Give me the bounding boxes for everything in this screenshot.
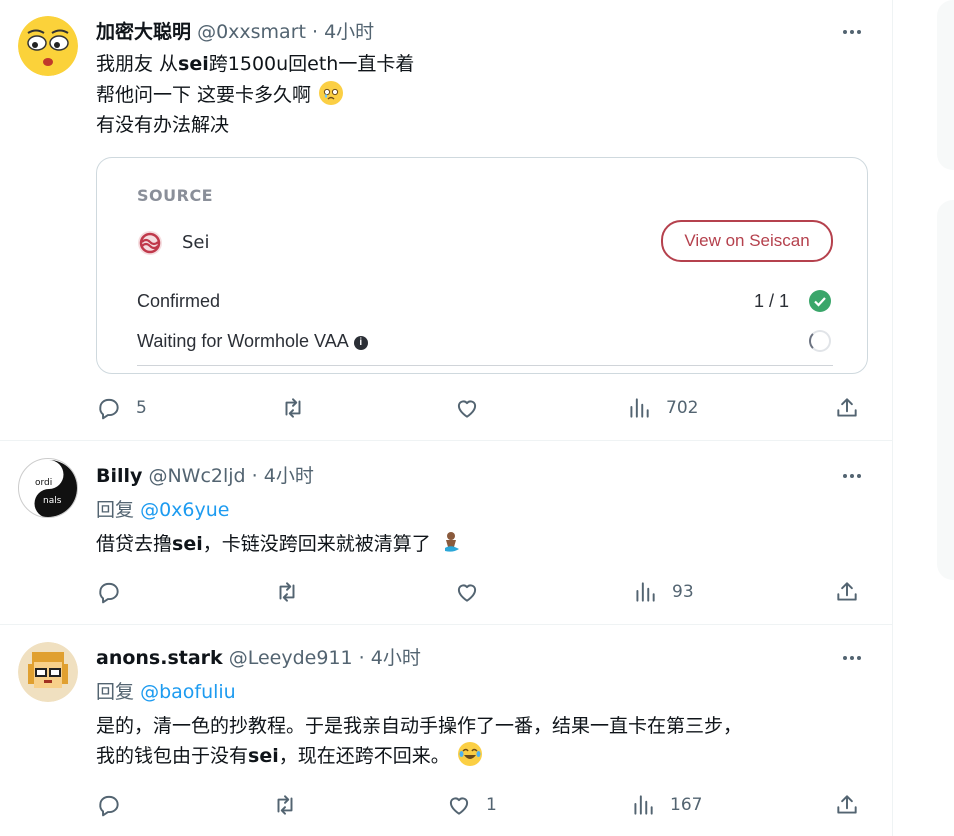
display-name[interactable]: Billy — [96, 465, 142, 487]
view-on-seiscan-button[interactable]: View on Seiscan — [661, 220, 833, 262]
pixel-character-avatar-icon — [18, 642, 78, 702]
tweet-text-line: 我的钱包由于没有sei，现在还跨不回来。 — [96, 741, 482, 771]
chain-name: Sei — [182, 232, 210, 253]
teary-face-emoji-icon — [319, 81, 344, 105]
tweet-header: anons.stark @Leeyde911 · 4小时 — [96, 646, 421, 670]
display-name[interactable]: 加密大聪明 — [96, 21, 191, 43]
views-icon — [634, 795, 653, 815]
right-sidebar-edge — [893, 0, 954, 836]
retweet-icon — [277, 795, 293, 815]
more-icon[interactable] — [840, 646, 864, 670]
reply-icon — [99, 582, 119, 604]
reply-button[interactable]: 5 — [96, 393, 147, 423]
share-icon — [837, 795, 857, 814]
genie-emoji-icon — [439, 530, 463, 554]
bridge-status-card[interactable]: SOURCE Sei View on Seiscan Confirmed 1 /… — [96, 157, 868, 374]
views-count: 167 — [670, 795, 703, 815]
like-icon — [457, 400, 477, 418]
retweet-button[interactable] — [274, 577, 300, 607]
timeline-feed: 加密大聪明 @0xxsmart · 4小时 我朋友 从sei跨1500u回eth… — [0, 0, 893, 836]
more-icon[interactable] — [840, 20, 864, 44]
avatar[interactable]: ordi nals — [18, 458, 78, 518]
separator: · — [251, 465, 258, 487]
tweet-text-line: 是的，清一色的抄教程。于是我亲自动手操作了一番，结果一直卡在第三步， — [96, 715, 743, 737]
info-icon[interactable]: i — [353, 336, 368, 350]
tweet[interactable]: 加密大聪明 @0xxsmart · 4小时 我朋友 从sei跨1500u回eth… — [0, 0, 892, 441]
waiting-label: Waiting for Wormhole VAA i — [137, 331, 368, 352]
source-label: SOURCE — [137, 186, 214, 205]
views-icon — [630, 398, 649, 418]
svg-text:nals: nals — [43, 496, 62, 506]
spinner-icon — [809, 330, 831, 352]
tears-of-joy-emoji-icon — [457, 742, 482, 766]
avatar[interactable] — [18, 642, 78, 702]
like-button[interactable]: 1 — [446, 790, 497, 820]
reply-count: 5 — [136, 398, 147, 418]
tweet-actions: 1 167 — [96, 790, 866, 820]
retweet-icon — [279, 582, 295, 602]
tweet-header: 加密大聪明 @0xxsmart · 4小时 — [96, 20, 374, 44]
like-button[interactable] — [454, 577, 480, 607]
share-button[interactable] — [834, 393, 860, 423]
check-icon — [809, 290, 831, 312]
share-icon — [837, 398, 857, 417]
tweet-text-line: 我朋友 从sei跨1500u回eth一直卡着 — [96, 53, 415, 75]
confirmed-count: 1 / 1 — [753, 291, 789, 311]
share-button[interactable] — [834, 577, 860, 607]
like-icon — [457, 584, 477, 602]
sei-logo-icon — [137, 230, 163, 256]
tweet-text-line: 帮他问一下 这要卡多久啊 — [96, 80, 344, 110]
reply-icon — [99, 398, 119, 420]
svg-text:ordi: ordi — [35, 478, 52, 488]
like-icon — [449, 797, 469, 815]
user-handle[interactable]: @NWc2ljd — [148, 465, 245, 487]
views-button[interactable]: 167 — [630, 790, 702, 820]
retweet-icon — [285, 398, 301, 418]
confirmed-label: Confirmed — [137, 291, 221, 311]
timestamp[interactable]: 4小时 — [324, 21, 374, 43]
user-handle[interactable]: @Leeyde911 — [229, 647, 353, 669]
reply-button[interactable] — [96, 577, 122, 607]
like-button[interactable] — [454, 393, 480, 423]
card-divider — [137, 365, 833, 366]
views-count: 702 — [666, 398, 699, 418]
replying-to: 回复 @0x6yue — [96, 499, 230, 521]
views-count: 93 — [672, 582, 694, 602]
display-name[interactable]: anons.stark — [96, 647, 223, 669]
timestamp[interactable]: 4小时 — [371, 647, 421, 669]
timestamp[interactable]: 4小时 — [264, 465, 314, 487]
tweet-actions: 93 — [96, 577, 866, 607]
sidebar-panel — [937, 200, 954, 580]
tweet[interactable]: ordi nals Billy @NWc2ljd · 4小时 回复 @0x6yu… — [0, 440, 892, 625]
views-button[interactable]: 702 — [626, 393, 698, 423]
separator: · — [358, 647, 365, 669]
like-count: 1 — [486, 795, 497, 815]
yin-yang-avatar-icon: ordi nals — [20, 460, 77, 517]
reply-handle-link[interactable]: @0x6yue — [140, 499, 229, 521]
views-button[interactable]: 93 — [632, 577, 694, 607]
retweet-button[interactable] — [280, 393, 306, 423]
avatar[interactable] — [18, 16, 78, 76]
tweet-text-line: 借贷去撸sei，卡链没跨回来就被清算了 — [96, 529, 463, 559]
retweet-button[interactable] — [272, 790, 298, 820]
tweet-actions: 5 702 — [96, 393, 866, 423]
user-handle[interactable]: @0xxsmart — [197, 21, 306, 43]
reply-button[interactable] — [96, 790, 122, 820]
share-icon — [837, 582, 857, 601]
share-button[interactable] — [834, 790, 860, 820]
reply-handle-link[interactable]: @baofuliu — [140, 681, 236, 703]
views-icon — [636, 582, 655, 602]
separator: · — [312, 21, 319, 43]
more-icon[interactable] — [840, 464, 864, 488]
reply-icon — [99, 795, 119, 817]
replying-to: 回复 @baofuliu — [96, 681, 236, 703]
sidebar-panel — [937, 0, 954, 170]
tweet-header: Billy @NWc2ljd · 4小时 — [96, 464, 314, 488]
avatar-emoji-face — [18, 16, 78, 76]
tweet[interactable]: anons.stark @Leeyde911 · 4小时 回复 @baofuli… — [0, 624, 892, 836]
tweet-text-line: 有没有办法解决 — [96, 114, 230, 136]
